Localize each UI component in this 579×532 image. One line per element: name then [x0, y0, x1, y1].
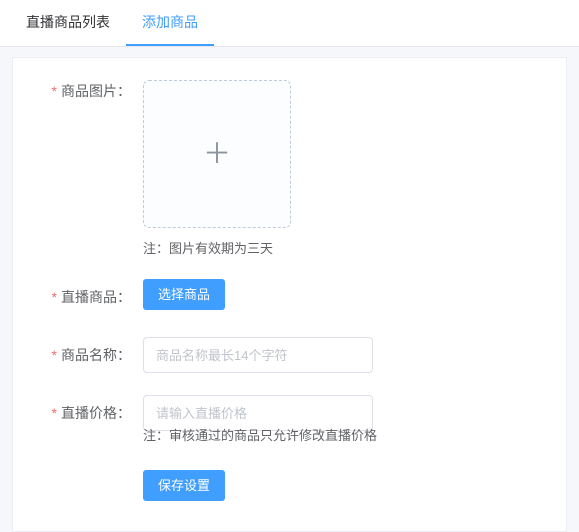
form-panel: *商品图片： ＋ 注：图片有效期为三天 *直播商品： 选择商品 *商品名称： — [12, 57, 567, 532]
save-button[interactable]: 保存设置 — [143, 470, 225, 501]
row-product-image: *商品图片： ＋ 注：图片有效期为三天 — [33, 80, 546, 257]
label-text: 商品图片： — [61, 83, 131, 99]
submit-row: 保存设置 — [143, 470, 546, 501]
label-live-price: *直播价格： — [33, 395, 143, 431]
label-text: 商品名称： — [61, 347, 131, 363]
plus-icon: ＋ — [203, 140, 231, 168]
label-product-name: *商品名称： — [33, 337, 143, 373]
row-product-name: *商品名称： — [33, 337, 546, 373]
row-live-product: *直播商品： 选择商品 — [33, 279, 546, 315]
content-wrap: *商品图片： ＋ 注：图片有效期为三天 *直播商品： 选择商品 *商品名称： — [0, 47, 579, 532]
select-product-button[interactable]: 选择商品 — [143, 279, 225, 310]
label-product-image: *商品图片： — [33, 80, 143, 98]
label-text: 直播商品： — [61, 289, 131, 305]
field-product-image: ＋ 注：图片有效期为三天 — [143, 80, 546, 257]
field-live-product: 选择商品 — [143, 279, 546, 310]
label-live-product: *直播商品： — [33, 279, 143, 315]
tab-add-product[interactable]: 添加商品 — [126, 0, 214, 46]
product-name-input[interactable] — [143, 337, 373, 373]
required-mark: * — [52, 83, 57, 99]
field-product-name — [143, 337, 546, 373]
required-mark: * — [52, 405, 57, 421]
label-text: 直播价格： — [61, 405, 131, 421]
image-note: 注：图片有效期为三天 — [143, 238, 546, 257]
tab-product-list[interactable]: 直播商品列表 — [10, 0, 126, 46]
tabs: 直播商品列表 添加商品 — [0, 0, 579, 47]
required-mark: * — [52, 289, 57, 305]
image-upload-box[interactable]: ＋ — [143, 80, 291, 228]
required-mark: * — [52, 347, 57, 363]
